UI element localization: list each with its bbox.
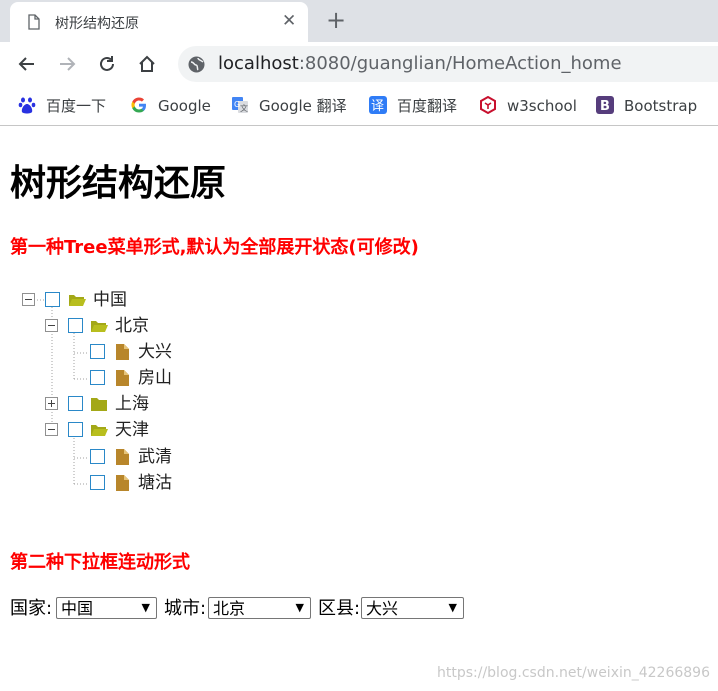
tree-node-shanghai[interactable]: 上海	[0, 394, 200, 414]
google-translate-icon: G 文	[232, 97, 248, 113]
home-icon[interactable]	[136, 53, 158, 75]
browser-toolbar: localhost:8080/guanglian/HomeAction_home	[0, 42, 718, 86]
reload-icon[interactable]	[96, 53, 118, 75]
browser-tab[interactable]: 树形结构还原 ✕	[10, 2, 308, 42]
forward-icon[interactable]	[56, 53, 78, 75]
w3school-icon	[480, 96, 496, 114]
collapse-icon[interactable]	[22, 293, 35, 306]
tree-node-label[interactable]: 北京	[115, 316, 149, 336]
tree-node-wuqing[interactable]: 武清	[0, 447, 200, 467]
baidu-translate-icon: 译	[369, 96, 387, 114]
district-select[interactable]: 大兴 ▼	[361, 597, 464, 619]
bookmarks-bar: 百度一下 Google G 文 Google 翻译 译 百度翻译 w3schoo…	[0, 86, 718, 126]
city-label: 城市:	[164, 598, 207, 619]
file-icon	[116, 449, 129, 465]
checkbox[interactable]	[68, 422, 83, 437]
close-tab-icon[interactable]: ✕	[282, 11, 296, 31]
checkbox[interactable]	[45, 292, 60, 307]
bookmark-label: w3school	[507, 97, 577, 115]
expand-icon[interactable]	[45, 397, 58, 410]
watermark: https://blog.csdn.net/weixin_42266896	[436, 665, 710, 681]
url-text[interactable]: localhost:8080/guanglian/HomeAction_home	[218, 53, 622, 74]
baidu-icon	[18, 97, 36, 114]
checkbox[interactable]	[68, 396, 83, 411]
collapse-icon[interactable]	[45, 423, 58, 436]
url-host: localhost	[218, 53, 299, 74]
tree-node-label[interactable]: 房山	[138, 368, 172, 388]
country-label: 国家:	[10, 598, 53, 619]
checkbox[interactable]	[90, 475, 105, 490]
checkbox[interactable]	[90, 344, 105, 359]
bookmark-label: 百度一下	[46, 97, 107, 115]
section-title-selects: 第二种下拉框连动形式	[10, 552, 190, 573]
checkbox[interactable]	[90, 449, 105, 464]
file-icon	[116, 344, 129, 360]
file-icon	[116, 475, 129, 491]
svg-text:B: B	[600, 99, 610, 114]
tree-node-daxing[interactable]: 大兴	[0, 342, 200, 362]
tree-node-beijing[interactable]: 北京	[0, 316, 200, 336]
checkbox[interactable]	[90, 370, 105, 385]
svg-text:文: 文	[240, 103, 248, 113]
city-value: 北京	[213, 599, 246, 618]
tree-node-fangshan[interactable]: 房山	[0, 368, 200, 388]
tree-node-tanggu[interactable]: 塘沽	[0, 473, 200, 493]
google-icon	[131, 97, 146, 113]
bookmark-label: Google	[158, 97, 211, 115]
bookmark-label: Google 翻译	[259, 97, 347, 115]
tree-node-tianjin[interactable]: 天津	[0, 420, 200, 440]
tab-title: 树形结构还原	[55, 16, 139, 32]
section-title-tree: 第一种Tree菜单形式,默认为全部展开状态(可修改)	[10, 237, 419, 258]
tree-node-china[interactable]: 中国	[0, 290, 200, 310]
page-title: 树形结构还原	[10, 163, 227, 204]
tree-node-label[interactable]: 武清	[138, 447, 172, 467]
tree-node-label[interactable]: 上海	[115, 394, 149, 414]
address-bar[interactable]: localhost:8080/guanglian/HomeAction_home	[178, 46, 718, 82]
folder-open-icon	[91, 425, 108, 436]
bootstrap-icon: B	[596, 96, 614, 114]
district-label: 区县:	[318, 598, 361, 619]
page-content: 树形结构还原 第一种Tree菜单形式,默认为全部展开状态(可修改) 中国 北京 …	[0, 128, 718, 691]
tab-strip: 树形结构还原 ✕ +	[0, 0, 718, 42]
checkbox[interactable]	[68, 318, 83, 333]
collapse-icon[interactable]	[45, 319, 58, 332]
globe-icon	[188, 56, 205, 73]
chevron-down-icon: ▼	[141, 601, 150, 614]
tree-node-label[interactable]: 大兴	[138, 342, 172, 362]
folder-open-icon	[69, 295, 86, 306]
tree-node-label[interactable]: 天津	[115, 420, 149, 440]
country-select[interactable]: 中国 ▼	[56, 597, 157, 619]
country-value: 中国	[61, 599, 94, 618]
new-tab-button[interactable]: +	[326, 8, 346, 32]
city-select[interactable]: 北京 ▼	[208, 597, 311, 619]
chevron-down-icon: ▼	[295, 601, 304, 614]
svg-text:译: 译	[371, 99, 384, 114]
page-icon	[28, 14, 40, 30]
back-icon[interactable]	[16, 53, 38, 75]
file-icon	[116, 370, 129, 386]
folder-closed-icon	[91, 398, 107, 411]
tree-menu: 中国 北京 大兴 房山 上海 天津 武清 塘沽	[0, 286, 300, 496]
tree-node-label[interactable]: 中国	[93, 290, 127, 310]
url-path: :8080/guanglian/HomeAction_home	[298, 53, 622, 74]
folder-open-icon	[91, 321, 108, 332]
chevron-down-icon: ▼	[448, 601, 457, 614]
bookmark-label: 百度翻译	[397, 97, 458, 115]
tree-node-label[interactable]: 塘沽	[138, 473, 172, 493]
district-value: 大兴	[366, 599, 399, 618]
bookmark-label: Bootstrap	[624, 97, 698, 115]
